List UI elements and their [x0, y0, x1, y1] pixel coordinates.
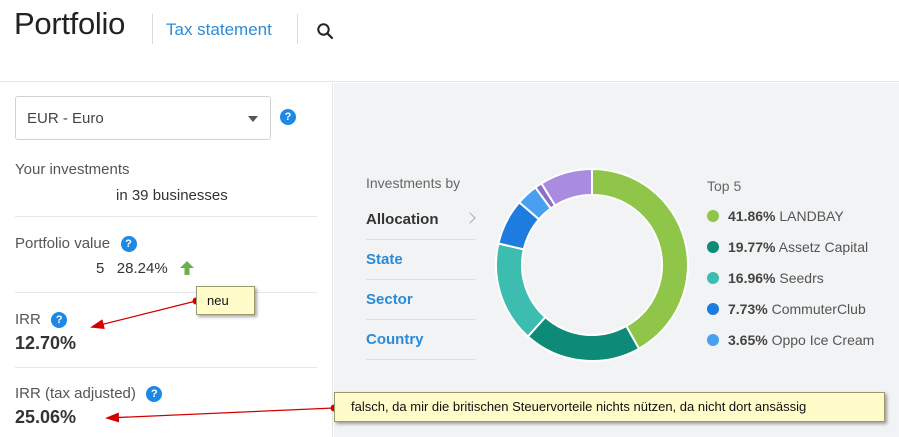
legend-dot	[707, 241, 719, 253]
donut-slice[interactable]	[526, 315, 641, 362]
donut-slice[interactable]	[591, 167, 689, 351]
allocation-panel: Investments by Allocation State Sector C…	[334, 83, 899, 437]
legend-pct: 7.73%	[728, 301, 768, 317]
annotation-note-falsch: falsch, da mir die britischen Steuervort…	[334, 392, 885, 422]
portfolio-value-section: Portfolio value ? 5 28.24%	[15, 235, 315, 278]
divider	[15, 292, 317, 293]
legend-name: Oppo Ice Cream	[771, 332, 875, 348]
tax-statement-link[interactable]: Tax statement	[166, 20, 272, 40]
legend-item: 41.86% LANDBAY	[707, 208, 844, 224]
header-divider	[297, 14, 298, 44]
portfolio-value-amount: 5	[96, 260, 105, 277]
irr-tax-value: 25.06%	[15, 407, 77, 427]
irr-tax-label: IRR (tax adjusted)	[15, 385, 136, 402]
top5-label: Top 5	[707, 178, 742, 194]
search-icon[interactable]	[316, 22, 334, 40]
divider	[15, 216, 317, 217]
investments-section: Your investments in 39 businesses	[15, 161, 315, 204]
chevron-right-icon	[464, 212, 476, 224]
legend-item: 7.73% CommuterClub	[707, 301, 866, 317]
tab-label: State	[366, 251, 403, 268]
help-icon[interactable]: ?	[280, 109, 296, 125]
currency-value: EUR - Euro	[27, 110, 104, 127]
legend-name: CommuterClub	[771, 301, 866, 317]
legend-dot	[707, 303, 719, 315]
tab-label: Sector	[366, 291, 413, 308]
irr-value: 12.70%	[15, 333, 77, 353]
legend-dot	[707, 272, 719, 284]
legend-name: LANDBAY	[779, 208, 844, 224]
page-title: Portfolio	[14, 6, 126, 41]
investments-label: Your investments	[15, 161, 130, 178]
irr-tax-section: IRR (tax adjusted) ? 25.06%	[15, 385, 315, 428]
irr-section: IRR ? 12.70%	[15, 311, 315, 354]
portfolio-value-row: 5 28.24%	[15, 259, 315, 278]
tab-sector[interactable]: Sector	[366, 280, 476, 320]
currency-select[interactable]: EUR - Euro	[15, 96, 271, 140]
tab-label: Allocation	[366, 211, 439, 228]
legend-name: Seedrs	[779, 270, 824, 286]
chevron-down-icon	[248, 116, 258, 122]
donut-slice[interactable]	[495, 242, 547, 338]
investments-by-label: Investments by	[366, 175, 461, 191]
legend-item: 16.96% Seedrs	[707, 270, 824, 286]
annotation-note-neu: neu	[196, 286, 255, 315]
legend-pct: 41.86%	[728, 208, 776, 224]
page-header: Portfolio Tax statement	[0, 0, 899, 82]
tab-state[interactable]: State	[366, 240, 476, 280]
divider	[15, 367, 317, 368]
help-icon[interactable]: ?	[51, 311, 68, 328]
legend-dot	[707, 334, 719, 346]
help-icon[interactable]: ?	[146, 385, 163, 402]
businesses-count: in 39 businesses	[116, 187, 228, 204]
legend-pct: 16.96%	[728, 270, 776, 286]
header-divider	[152, 14, 153, 44]
portfolio-summary-panel: EUR - Euro ? Your investments in 39 busi…	[0, 83, 333, 437]
tab-allocation[interactable]: Allocation	[366, 200, 476, 240]
allocation-donut-chart	[495, 167, 689, 362]
portfolio-value-change: 28.24%	[116, 260, 168, 277]
portfolio-value-label: Portfolio value	[15, 235, 111, 252]
arrow-up-icon	[180, 261, 195, 275]
tab-country[interactable]: Country	[366, 320, 476, 360]
tab-label: Country	[366, 331, 424, 348]
legend-dot	[707, 210, 719, 222]
legend-pct: 19.77%	[728, 239, 776, 255]
legend-item: 19.77% Assetz Capital	[707, 239, 868, 255]
help-icon[interactable]: ?	[120, 235, 137, 252]
legend-pct: 3.65%	[728, 332, 768, 348]
irr-label: IRR	[15, 311, 41, 328]
legend-name: Assetz Capital	[778, 239, 869, 255]
legend-item: 3.65% Oppo Ice Cream	[707, 332, 874, 348]
